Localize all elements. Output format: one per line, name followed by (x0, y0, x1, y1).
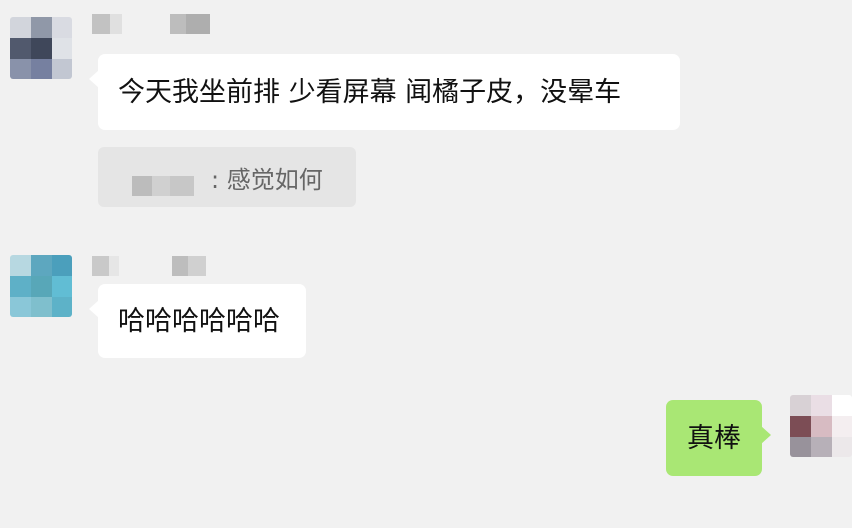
bubble-tail (761, 426, 771, 444)
quoted-message[interactable]: : 感觉如何 (98, 147, 356, 207)
quoted-sender-blurred (132, 176, 194, 196)
avatar[interactable] (10, 255, 72, 317)
chat-window: 今天我坐前排 少看屏幕 闻橘子皮，没晕车 : 感觉如何 哈哈哈哈哈哈 真棒 (0, 0, 852, 528)
sender-name-blurred (92, 256, 212, 276)
message-bubble-outgoing[interactable]: 真棒 (666, 400, 771, 476)
message-bubble[interactable]: 今天我坐前排 少看屏幕 闻橘子皮，没晕车 (89, 54, 680, 130)
sender-name-blurred (92, 14, 212, 34)
quoted-text: : 感觉如何 (211, 166, 323, 194)
message-text: 哈哈哈哈哈哈 (118, 305, 280, 337)
avatar[interactable] (10, 17, 72, 79)
message-bubble[interactable]: 哈哈哈哈哈哈 (89, 284, 306, 358)
message-text: 真棒 (687, 422, 741, 454)
avatar[interactable] (790, 395, 852, 457)
message-text: 今天我坐前排 少看屏幕 闻橘子皮，没晕车 (118, 76, 622, 108)
